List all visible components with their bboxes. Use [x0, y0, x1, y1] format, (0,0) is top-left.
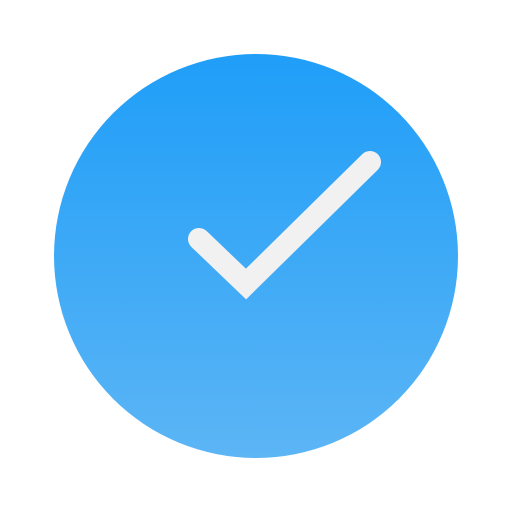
- badge-circle: [54, 54, 458, 458]
- checkmark-circle-icon: [54, 54, 458, 458]
- icon-canvas: [0, 0, 512, 512]
